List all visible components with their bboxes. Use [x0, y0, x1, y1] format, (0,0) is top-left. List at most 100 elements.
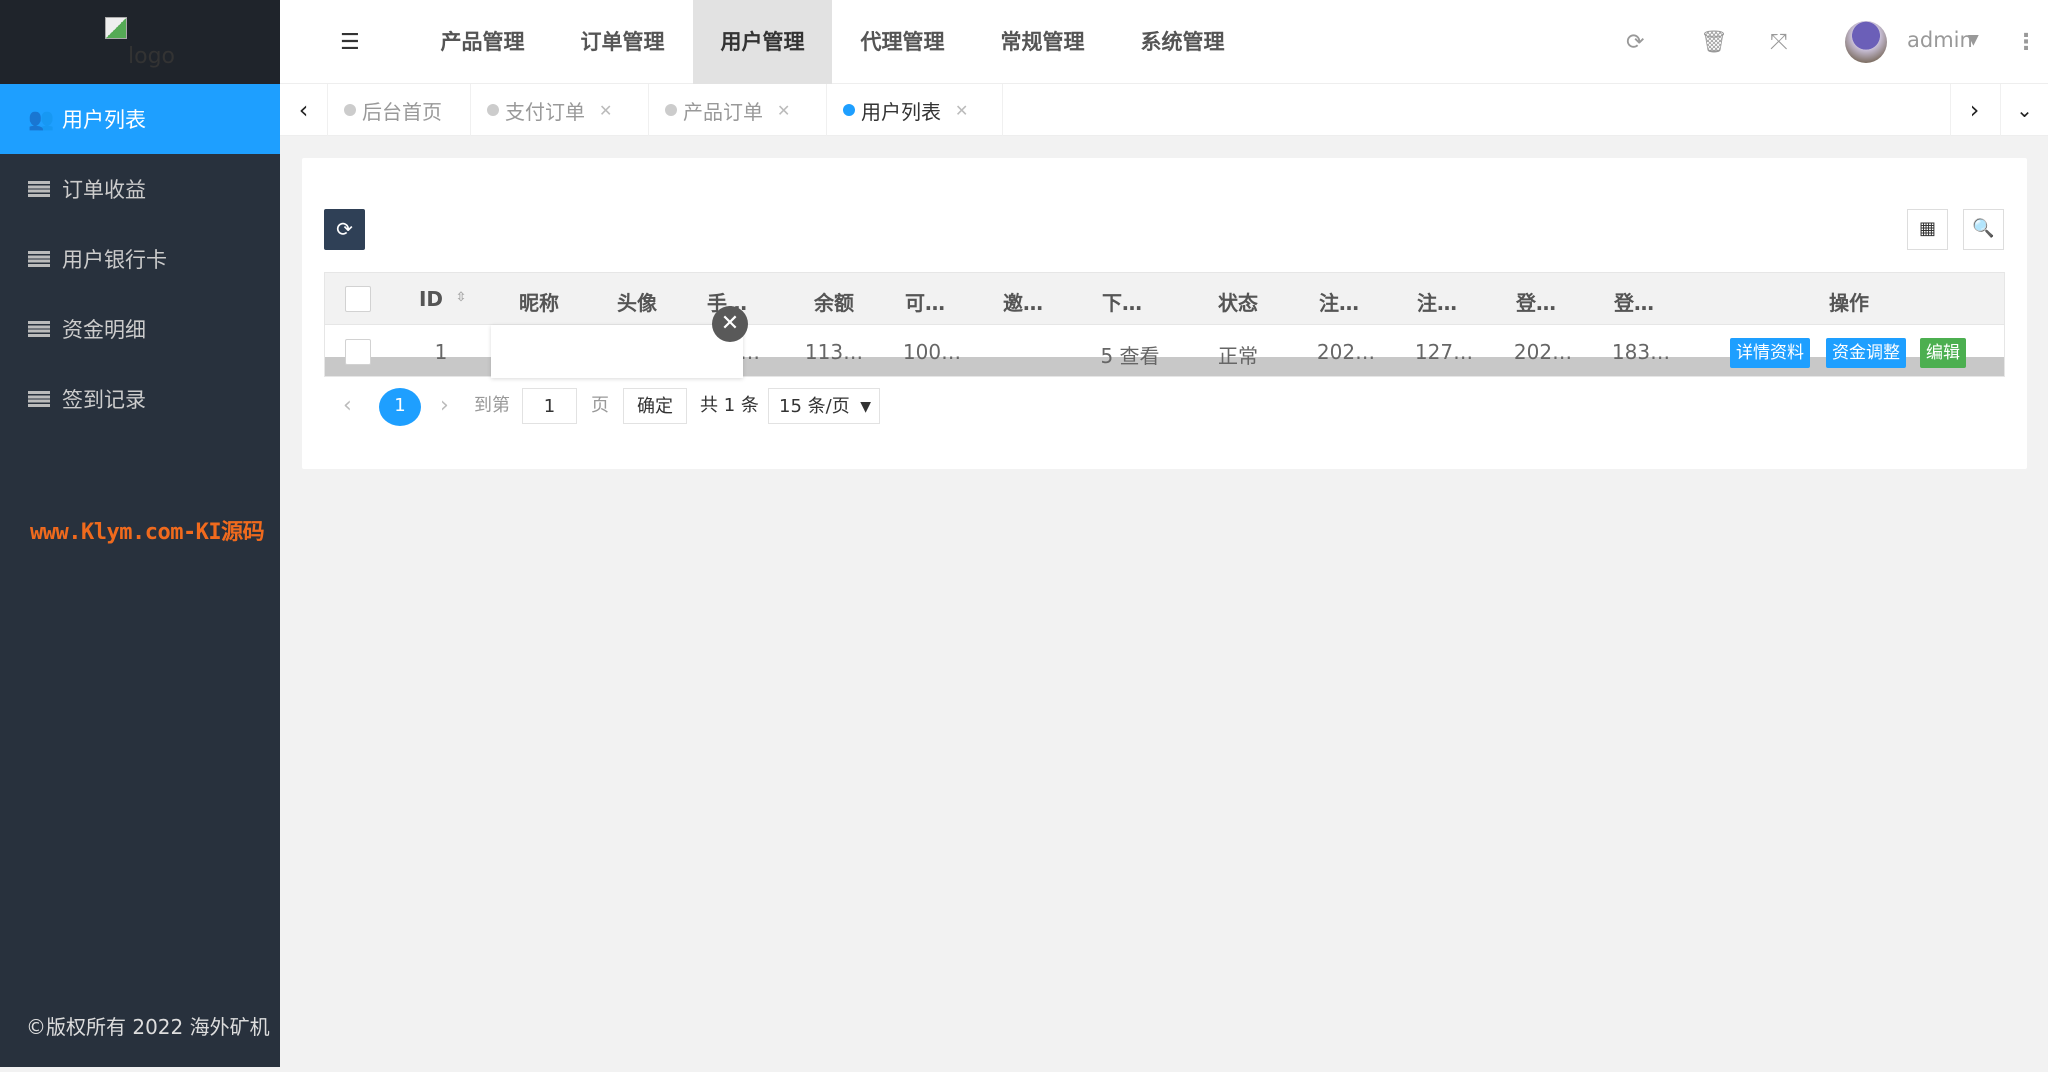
tab-payment-orders[interactable]: 支付订单 ✕ [471, 84, 649, 136]
cell-reg-time: 202… [1316, 340, 1376, 364]
tab-home[interactable]: 后台首页 [328, 84, 471, 136]
cell-id: 1 [434, 340, 448, 364]
nav-product-management[interactable]: 产品管理 [413, 0, 552, 84]
col-login-ip: 登… [1614, 291, 1654, 315]
list-icon [28, 251, 50, 267]
details-button[interactable]: 详情资料 [1730, 338, 1810, 368]
col-reg-time: 注… [1319, 291, 1359, 315]
col-reg-ip: 注… [1417, 291, 1457, 315]
tab-label: 支付订单 [505, 99, 585, 124]
sidebar-item-label: 签到记录 [62, 388, 146, 412]
tab-user-list[interactable]: 用户列表 ✕ [827, 84, 1003, 136]
page-label: 页 [591, 395, 609, 416]
list-icon [28, 391, 50, 407]
sidebar-item-order-income[interactable]: 订单收益 [0, 154, 280, 224]
nav-order-management[interactable]: 订单管理 [553, 0, 692, 84]
select-all-checkbox[interactable] [345, 286, 371, 312]
sidebar-item-label: 订单收益 [62, 178, 146, 202]
goto-confirm-button[interactable]: 确定 [623, 388, 687, 424]
close-icon[interactable]: ✕ [777, 101, 790, 120]
edit-button[interactable]: 编辑 [1920, 338, 1966, 368]
tab-dot [487, 104, 499, 116]
logo: logo [128, 44, 175, 69]
nav-general-management[interactable]: 常规管理 [973, 0, 1112, 84]
fullscreen-icon[interactable]: ⤧ [1770, 30, 1788, 55]
cell-login-time: 202… [1513, 340, 1573, 364]
tab-label: 后台首页 [362, 99, 442, 124]
col-available: 可… [905, 291, 945, 315]
tabs-scroll-left-icon[interactable]: ‹ [280, 84, 328, 136]
table-header [324, 272, 2005, 325]
cell-reg-ip: 127… [1414, 340, 1474, 364]
image-preview-popup [491, 325, 743, 378]
page-size-value: 15 条/页 [779, 396, 850, 417]
sidebar-item-user-list[interactable]: 👥 用户列表 [0, 84, 280, 154]
total-count: 共 1 条 [700, 395, 759, 416]
col-subordinates: 下… [1102, 291, 1142, 315]
col-status: 状态 [1218, 291, 1258, 315]
page-1-button[interactable]: 1 [379, 388, 421, 426]
nav-system-management[interactable]: 系统管理 [1113, 0, 1252, 84]
nav-user-management[interactable]: 用户管理 [693, 0, 832, 84]
tab-label: 用户列表 [861, 99, 941, 124]
top-navbar: ☰ 产品管理 订单管理 用户管理 代理管理 常规管理 系统管理 ⟳ 🗑 ⤧ ad… [280, 0, 2048, 84]
goto-label: 到第 [474, 395, 510, 416]
tab-dot [843, 104, 855, 116]
goto-page-input[interactable]: 1 [522, 388, 577, 424]
cell-phone: … [740, 340, 760, 364]
trash-icon[interactable]: 🗑 [1700, 30, 1728, 55]
broken-image-icon [105, 17, 127, 39]
close-icon[interactable]: ✕ [955, 101, 968, 120]
nav-agent-management[interactable]: 代理管理 [833, 0, 972, 84]
prev-page-icon[interactable]: ‹ [343, 388, 352, 424]
user-name[interactable]: admin [1907, 28, 1973, 52]
col-nickname: 昵称 [519, 291, 559, 315]
tabs-scroll-right-icon[interactable]: › [1950, 84, 1998, 136]
sidebar-item-checkin-records[interactable]: 签到记录 [0, 364, 280, 434]
cell-subordinates[interactable]: 5 查看 [1100, 340, 1159, 369]
fund-adjust-button[interactable]: 资金调整 [1826, 338, 1906, 368]
columns-toggle-button[interactable]: ▦ [1907, 209, 1948, 250]
sidebar-item-label: 用户银行卡 [62, 248, 167, 272]
watermark: www.Klym.com-KI源码 [30, 520, 265, 545]
table-refresh-button[interactable]: ⟳ [324, 209, 365, 250]
page-size-select[interactable]: 15 条/页 ▼ [768, 388, 880, 424]
cell-balance: 113… [804, 340, 864, 364]
col-login-time: 登… [1516, 291, 1556, 315]
menu-toggle-icon[interactable]: ☰ [340, 30, 360, 55]
col-actions: 操作 [1829, 291, 1869, 315]
tabs-dropdown-icon[interactable]: ⌄ [2000, 84, 2048, 136]
logo-area: logo [0, 0, 280, 84]
col-balance: 余额 [814, 291, 854, 315]
sort-icon[interactable]: ⇳ [456, 290, 467, 305]
list-icon [28, 181, 50, 197]
row-checkbox[interactable] [345, 339, 371, 365]
cell-status: 正常 [1218, 344, 1258, 368]
tab-bar: ‹ 后台首页 支付订单 ✕ 产品订单 ✕ 用户列表 ✕ › ⌄ [280, 84, 2048, 136]
refresh-icon[interactable]: ⟳ [1626, 30, 1644, 55]
col-invite: 邀… [1003, 291, 1043, 315]
copyright: ©版权所有 2022 海外矿机 [26, 1015, 270, 1039]
users-icon: 👥 [28, 106, 55, 131]
col-id[interactable]: ID [419, 287, 443, 311]
search-toggle-button[interactable]: 🔍 [1963, 209, 2004, 250]
sidebar-item-label: 用户列表 [62, 108, 146, 132]
caret-down-icon[interactable]: ▼ [1968, 32, 1979, 48]
next-page-icon[interactable]: › [440, 388, 449, 424]
chevron-down-icon: ▼ [860, 399, 871, 415]
sidebar-item-label: 资金明细 [62, 318, 146, 342]
cell-login-ip: 183… [1611, 340, 1671, 364]
sidebar-item-bank-cards[interactable]: 用户银行卡 [0, 224, 280, 294]
sidebar: logo 👥 用户列表 订单收益 用户银行卡 资金明细 签到记录 www.Klym… [0, 0, 280, 1067]
more-vertical-icon[interactable]: ⋮ [2015, 30, 2037, 55]
sidebar-item-fund-details[interactable]: 资金明细 [0, 294, 280, 364]
cell-available: 100… [902, 340, 962, 364]
col-avatar: 头像 [617, 291, 657, 315]
tab-label: 产品订单 [683, 99, 763, 124]
tab-product-orders[interactable]: 产品订单 ✕ [649, 84, 827, 136]
tab-dot [665, 104, 677, 116]
avatar[interactable] [1845, 21, 1887, 63]
close-icon[interactable]: ✕ [712, 306, 748, 342]
list-icon [28, 321, 50, 337]
close-icon[interactable]: ✕ [599, 101, 612, 120]
